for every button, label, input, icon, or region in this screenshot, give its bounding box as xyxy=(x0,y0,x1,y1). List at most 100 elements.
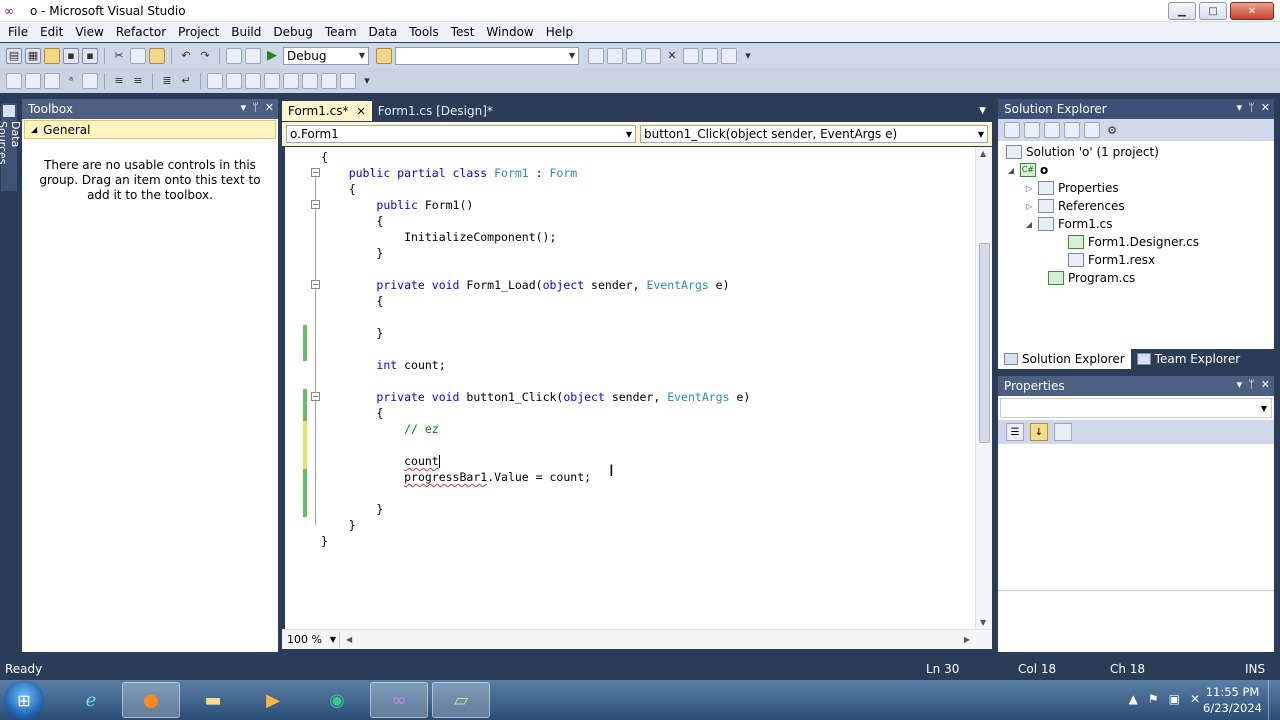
save-icon[interactable]: ▪ xyxy=(63,47,79,64)
menu-build[interactable]: Build xyxy=(225,22,267,42)
view-code-icon[interactable] xyxy=(1064,122,1080,138)
save-all-icon[interactable]: ▪ xyxy=(82,47,98,64)
property-pages-icon[interactable] xyxy=(1054,423,1072,441)
menu-data[interactable]: Data xyxy=(363,22,404,42)
start-button[interactable]: ⊞ xyxy=(4,681,44,719)
properties-window-icon[interactable] xyxy=(607,47,623,64)
view-designer-icon[interactable] xyxy=(1084,122,1100,138)
previous-bookmark-in-folder-icon[interactable] xyxy=(264,72,280,89)
paste-icon[interactable] xyxy=(149,47,165,64)
network-icon[interactable]: ▣ xyxy=(1169,692,1180,706)
tree-node-project[interactable]: ◢ C# o xyxy=(1006,161,1048,179)
scroll-right-icon[interactable]: ▶ xyxy=(964,635,970,644)
tree-node-program-cs[interactable]: Program.cs xyxy=(1048,269,1135,287)
code-editor[interactable]: { public partial class Form1 : Form { pu… xyxy=(285,147,975,629)
navigate-backward-icon[interactable] xyxy=(226,47,242,64)
close-button[interactable]: ✕ xyxy=(1230,2,1274,20)
auto-hide-pin-icon[interactable]: ᛘ xyxy=(1248,378,1255,391)
expanded-triangle-icon[interactable]: ◢ xyxy=(1024,220,1034,229)
menu-test[interactable]: Test xyxy=(445,22,481,42)
solution-configuration-select[interactable]: Debug ▼ xyxy=(283,46,369,65)
toolbar-options-icon[interactable]: ▾ xyxy=(359,73,375,89)
command-window-icon[interactable] xyxy=(721,47,737,64)
active-files-dropdown-icon[interactable]: ▼ xyxy=(979,101,986,121)
collapse-region-icon[interactable]: − xyxy=(311,280,320,289)
tree-node-references[interactable]: ▷ References xyxy=(1024,197,1125,215)
redo-icon[interactable]: ↷ xyxy=(197,48,213,64)
tree-node-form1-resx[interactable]: Form1.resx xyxy=(1068,251,1155,269)
toolbox-icon[interactable] xyxy=(645,47,661,64)
display-object-member-list-icon[interactable] xyxy=(6,72,22,89)
tab-form1-design[interactable]: Form1.cs [Design]* xyxy=(372,101,499,121)
maximize-button[interactable]: □ xyxy=(1199,2,1227,20)
collapse-region-icon[interactable]: − xyxy=(311,392,320,401)
auto-hide-pin-icon[interactable]: ᛘ xyxy=(252,101,259,114)
taskbar-app[interactable]: ◉ xyxy=(308,682,366,718)
start-debugging-icon[interactable]: ▶ xyxy=(264,48,280,64)
menu-file[interactable]: File xyxy=(2,22,34,42)
volume-muted-icon[interactable]: ✕ xyxy=(1190,692,1200,706)
navigate-forward-icon[interactable] xyxy=(245,47,261,64)
collapsed-triangle-icon[interactable]: ▷ xyxy=(1024,184,1034,193)
extension-manager-icon[interactable] xyxy=(702,47,718,64)
tab-form1-cs[interactable]: Form1.cs* ✕ xyxy=(282,101,372,121)
solution-explorer-icon[interactable] xyxy=(588,47,604,64)
minimize-button[interactable]: ▁ xyxy=(1168,2,1196,20)
find-in-files-icon[interactable] xyxy=(376,47,392,64)
comment-lines-icon[interactable]: ≡ xyxy=(111,73,127,89)
next-bookmark-in-folder-icon[interactable] xyxy=(283,72,299,89)
properties-icon[interactable] xyxy=(1004,122,1020,138)
collapsed-triangle-icon[interactable]: ▷ xyxy=(1024,202,1034,211)
menu-edit[interactable]: Edit xyxy=(34,22,69,42)
previous-bookmark-in-document-icon[interactable] xyxy=(302,72,318,89)
taskbar-file-explorer[interactable]: ▬ xyxy=(184,682,242,718)
tree-node-form1-cs[interactable]: ◢ Form1.cs xyxy=(1024,215,1113,233)
next-bookmark-icon[interactable] xyxy=(245,72,261,89)
alphabetical-icon[interactable]: ↓ xyxy=(1030,423,1048,441)
previous-bookmark-icon[interactable] xyxy=(226,72,242,89)
tree-node-properties[interactable]: ▷ Properties xyxy=(1024,179,1119,197)
start-page-icon[interactable] xyxy=(683,47,699,64)
show-hidden-icons-icon[interactable]: ▲ xyxy=(1129,692,1138,706)
toolbar-options-icon[interactable]: ▾ xyxy=(740,48,756,64)
tools-icon[interactable]: ✕ xyxy=(664,48,680,64)
close-icon[interactable]: ✕ xyxy=(1261,101,1270,114)
clear-bookmarks-icon[interactable] xyxy=(340,72,356,89)
scroll-up-icon[interactable]: ▲ xyxy=(980,149,986,158)
close-icon[interactable]: ✕ xyxy=(1261,378,1270,391)
window-position-dropdown-icon[interactable]: ▾ xyxy=(1237,378,1243,391)
refresh-icon[interactable] xyxy=(1044,122,1060,138)
uncomment-lines-icon[interactable]: ≡ xyxy=(130,73,146,89)
new-project-icon[interactable]: ▤ xyxy=(6,47,22,64)
scroll-left-icon[interactable]: ◀ xyxy=(346,635,352,644)
collapse-region-icon[interactable]: − xyxy=(311,168,320,177)
taskbar-notepad[interactable]: ▱ xyxy=(432,682,490,718)
menu-window[interactable]: Window xyxy=(480,22,539,42)
menu-team[interactable]: Team xyxy=(319,22,363,42)
expanded-triangle-icon[interactable]: ◢ xyxy=(1006,166,1016,175)
editor-vertical-scrollbar[interactable]: ▲ ▼ xyxy=(975,147,992,629)
toolbox-group-general[interactable]: ◢ General xyxy=(24,120,276,139)
open-file-icon[interactable] xyxy=(44,47,60,64)
undo-icon[interactable]: ↶ xyxy=(178,48,194,64)
show-all-files-icon[interactable] xyxy=(1024,122,1040,138)
taskbar-firefox[interactable]: ● xyxy=(122,682,180,718)
format-document-icon[interactable]: ≣ xyxy=(159,73,175,89)
add-item-icon[interactable]: ▦ xyxy=(25,47,41,64)
menu-help[interactable]: Help xyxy=(540,22,579,42)
taskbar-internet-explorer[interactable]: ℯ xyxy=(62,682,120,718)
types-dropdown[interactable]: o.Form1 ▼ xyxy=(286,125,636,143)
display-parameter-info-icon[interactable] xyxy=(25,72,41,89)
word-wrap-icon[interactable]: ↵ xyxy=(178,73,194,89)
menu-project[interactable]: Project xyxy=(172,22,225,42)
menu-debug[interactable]: Debug xyxy=(267,22,318,42)
menu-view[interactable]: View xyxy=(69,22,109,42)
menu-tools[interactable]: Tools xyxy=(403,22,445,42)
menu-refactor[interactable]: Refactor xyxy=(110,22,172,42)
members-dropdown[interactable]: button1_Click(object sender, EventArgs e… xyxy=(640,125,988,143)
view-class-diagram-icon[interactable]: ⚙ xyxy=(1104,122,1120,138)
tab-team-explorer[interactable]: Team Explorer xyxy=(1131,349,1247,369)
zoom-select[interactable]: 100 % ▼ xyxy=(284,631,340,648)
action-center-flag-icon[interactable]: ⚑ xyxy=(1148,692,1159,706)
toggle-bookmark-icon[interactable] xyxy=(207,72,223,89)
